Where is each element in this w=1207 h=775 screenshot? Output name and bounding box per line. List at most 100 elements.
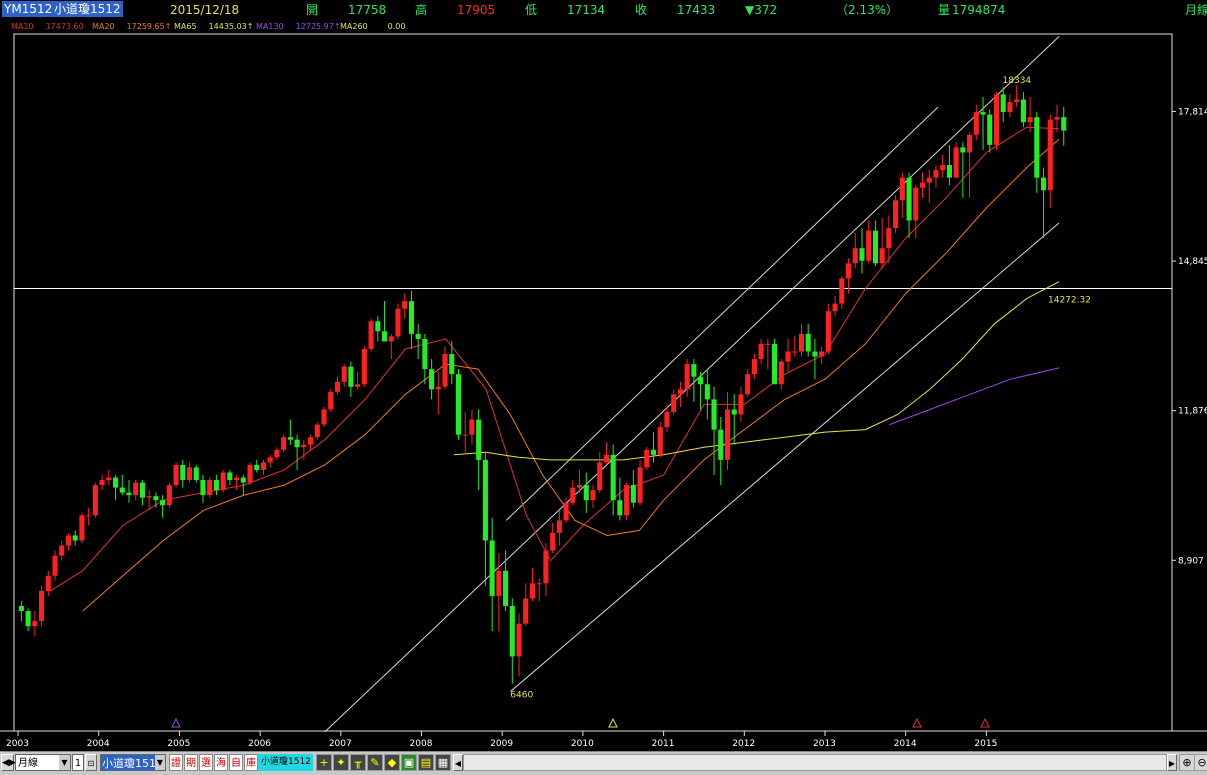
candle-body (1020, 99, 1026, 123)
nav-arrows-icon[interactable]: ◀▶ (1, 754, 16, 771)
high-label: 高 (415, 3, 428, 17)
candle-body (213, 480, 219, 491)
candle-body (1027, 117, 1033, 123)
chart-area[interactable]: 2003 2004 2005 2006 2007 2008 2009 2010 2011 2012… (0, 0, 1207, 751)
candle-body (805, 333, 811, 352)
candle-body (220, 472, 226, 491)
symbol-name[interactable]: 小道瓊1512 (52, 1, 123, 17)
candle-body (166, 485, 172, 506)
period-select[interactable]: 月線 ▼ (15, 754, 71, 771)
candle-body (186, 467, 193, 481)
y-tick-label: 17,814 (1178, 107, 1207, 117)
candle-body (355, 384, 361, 387)
quote-date: 2015/12/18 (170, 3, 240, 17)
candle-body (866, 230, 872, 261)
x-tick-label: 2004 (87, 739, 110, 749)
candle-body (583, 485, 589, 501)
candle-body (650, 449, 657, 455)
tab-custom[interactable]: 自 (229, 754, 243, 771)
candle-body (260, 462, 267, 470)
symbol-select[interactable]: 小道瓊1512 ▼ (100, 754, 166, 771)
candle-body (671, 394, 677, 412)
candle-body (146, 496, 152, 498)
candle-body (274, 449, 280, 458)
pin-icon[interactable]: ✦ (333, 754, 349, 771)
candle-body (348, 366, 354, 387)
low-label: 低 (525, 3, 538, 17)
print-icon[interactable]: ▦ (435, 754, 451, 771)
event-marker-triangle[interactable] (608, 717, 618, 728)
event-marker-triangle[interactable] (912, 717, 922, 728)
candle-body (281, 437, 287, 450)
tool-icon[interactable]: ╥ (350, 754, 366, 771)
event-marker-triangle[interactable] (171, 717, 181, 728)
ma260-legend: MA260 0.00 (340, 22, 406, 31)
candle-body (92, 485, 98, 516)
period-label: 月線 (1185, 3, 1207, 17)
candle-body (772, 343, 778, 385)
candle-body (368, 321, 374, 349)
close-value: 17433 (677, 3, 716, 17)
x-tick-label: 2013 (813, 739, 836, 749)
candle-body (657, 427, 663, 455)
candle-body (334, 381, 341, 392)
square-icon[interactable]: ▣ (401, 754, 417, 771)
candle-body (234, 477, 240, 481)
candle-body (906, 177, 912, 221)
event-marker-triangle[interactable] (980, 717, 990, 728)
candle-body (637, 467, 643, 503)
candle-body (852, 248, 858, 264)
candle-body (617, 500, 623, 516)
candle-body (193, 467, 199, 481)
candle-body (973, 112, 979, 135)
candle-body (711, 399, 717, 430)
open-value: 17758 (348, 3, 387, 17)
candle-body (792, 351, 798, 353)
tab-overseas[interactable]: 海 (214, 754, 228, 771)
crosshair-icon[interactable]: + (316, 754, 332, 771)
candle-body (993, 94, 1000, 145)
dropdown-arrow-icon: ▼ (155, 755, 165, 770)
pencil-icon[interactable]: ✎ (367, 754, 383, 771)
candle-body (630, 485, 636, 503)
ma130-legend: MA130 12725.97↑ (256, 22, 341, 31)
diamond-icon[interactable]: ◆ (384, 754, 400, 771)
candle-body (173, 464, 179, 486)
channel-trendline[interactable] (509, 222, 1060, 693)
candle-body (476, 419, 482, 460)
x-tick-label: 2014 (894, 739, 917, 749)
candle-body (408, 301, 414, 334)
candle-body (899, 177, 905, 201)
x-tick-label: 2008 (410, 739, 433, 749)
tab-options[interactable]: 選 (199, 754, 213, 771)
high-annotation: 18334 (1003, 76, 1032, 86)
candle-body (361, 348, 367, 385)
horizontal-scrollbar[interactable] (463, 754, 1167, 771)
active-symbol-chip[interactable]: 小道瓊1512 (258, 754, 313, 771)
candle-body (940, 165, 946, 171)
candle-body (798, 333, 805, 352)
candle-body (388, 336, 394, 342)
candle-body (610, 454, 616, 501)
count-input[interactable]: 1 (72, 754, 84, 771)
candle-body (1061, 117, 1067, 131)
candle-body (180, 464, 186, 481)
candle-body (395, 308, 401, 337)
bars-icon[interactable]: ▤ (418, 754, 434, 771)
candle-body (704, 384, 710, 400)
candle-body (751, 359, 757, 375)
channel-trendline[interactable] (324, 36, 1060, 733)
candle-body (698, 376, 704, 385)
x-tick-label: 2011 (652, 739, 675, 749)
tab-securities[interactable]: 證 (169, 754, 183, 771)
candle-body (516, 623, 522, 657)
ok-button-icon[interactable]: ⊡ (85, 754, 97, 771)
tab-library[interactable]: 庫 (244, 754, 258, 771)
scroll-right-icon[interactable]: ▶ (1167, 754, 1177, 771)
scroll-left-icon[interactable]: ◀ (453, 754, 463, 771)
y-tick-label: 14,845 (1178, 257, 1207, 267)
zoom-out-icon[interactable]: ⊖ (1194, 754, 1207, 771)
zoom-in-icon[interactable]: ⊕ (1179, 754, 1195, 771)
tab-futures[interactable]: 期 (184, 754, 198, 771)
symbol-code[interactable]: YM1512 (2, 1, 55, 17)
